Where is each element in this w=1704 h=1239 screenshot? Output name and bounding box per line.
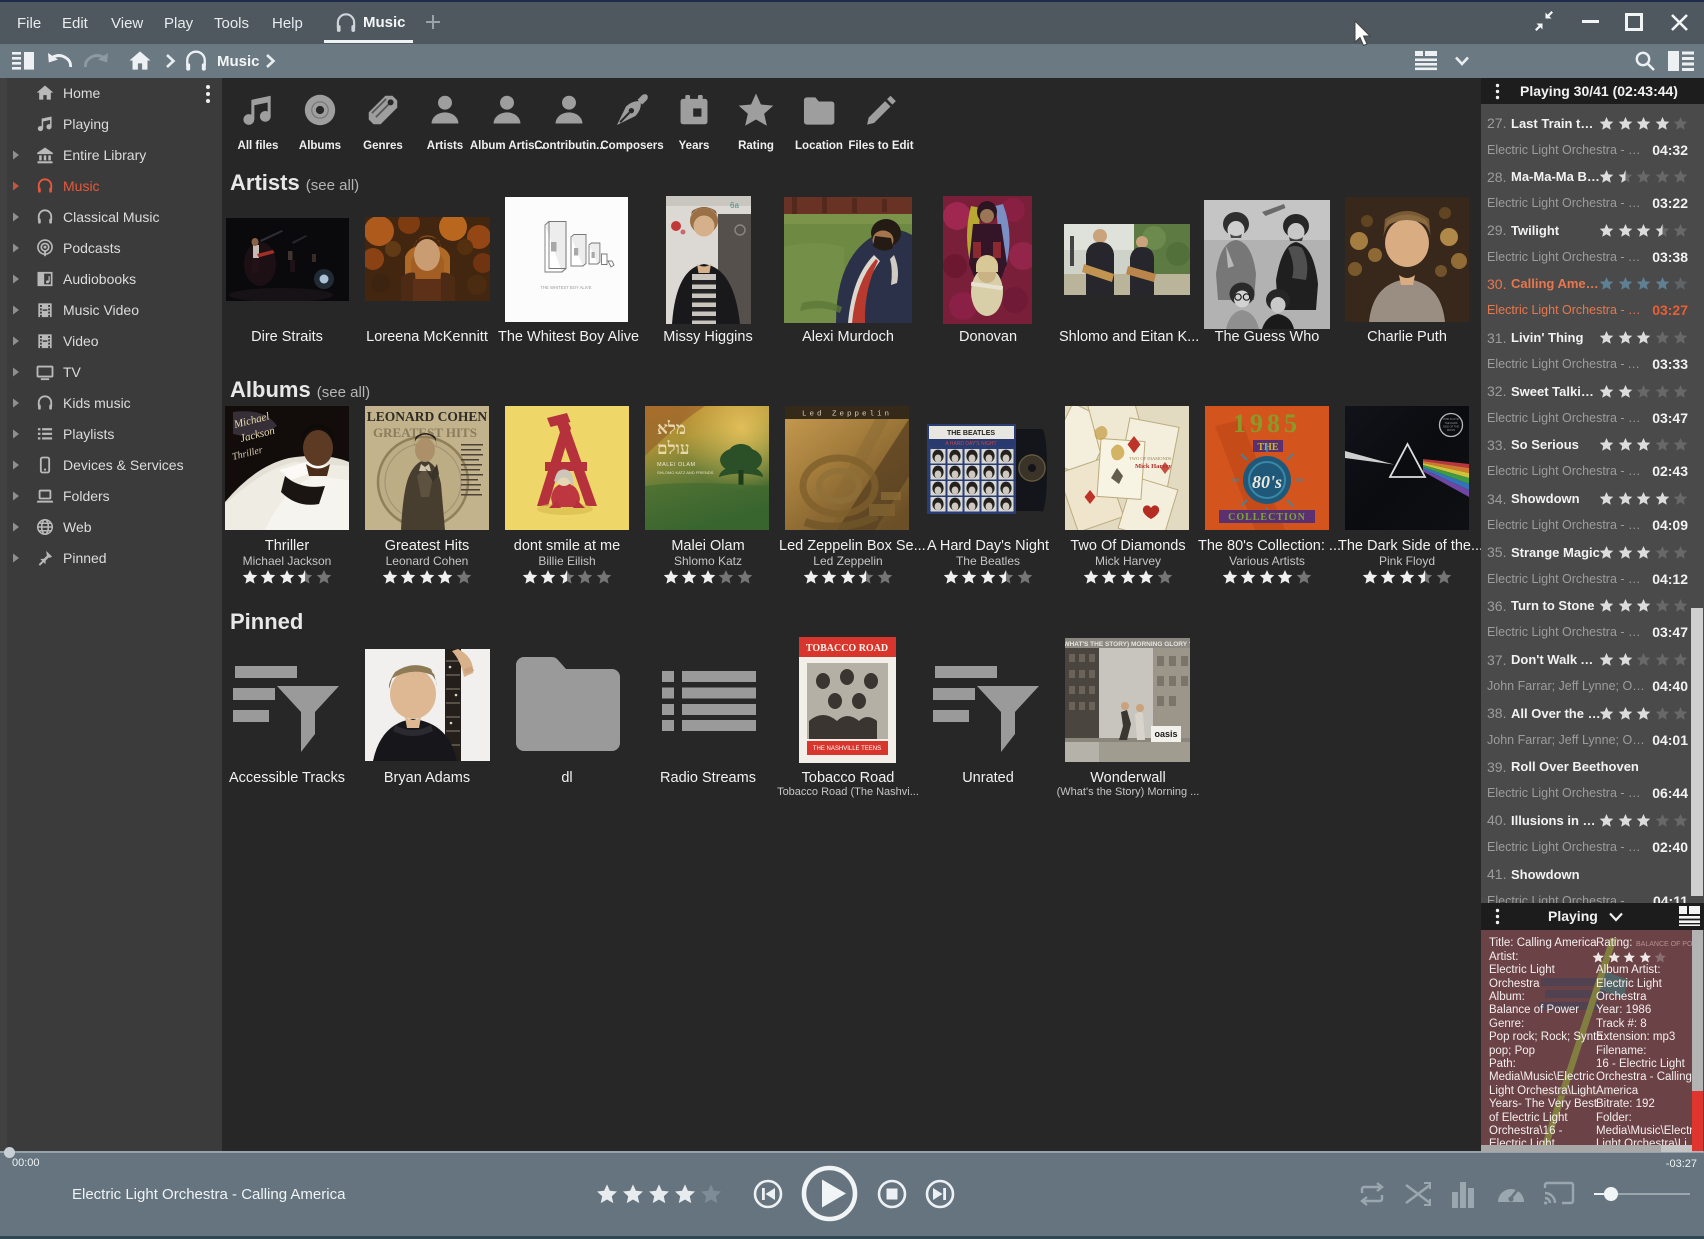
- svg-text:COLLECTION: COLLECTION: [1228, 512, 1306, 523]
- svg-text:MOON: MOON: [1447, 428, 1455, 432]
- svg-text:80's: 80's: [1252, 472, 1282, 492]
- svg-text:SIDE OF THE: SIDE OF THE: [1443, 425, 1460, 429]
- svg-text:(WHAT'S THE STORY) MORNING GLO: (WHAT'S THE STORY) MORNING GLORY ?: [1065, 641, 1190, 648]
- svg-text:TOBACCO ROAD: TOBACCO ROAD: [806, 643, 888, 654]
- svg-text:Mick Harvey: Mick Harvey: [1135, 463, 1172, 470]
- svg-text:PINK FLOYD: PINK FLOYD: [1443, 417, 1459, 421]
- svg-text:MALEI OLAM: MALEI OLAM: [657, 462, 696, 468]
- svg-text:TWO OF DIAMONDS: TWO OF DIAMONDS: [1129, 456, 1172, 461]
- svg-text:BALANCE OF POWER: BALANCE OF POWER: [1636, 941, 1692, 948]
- svg-text:THE NASHVILLE TEENS: THE NASHVILLE TEENS: [813, 746, 881, 752]
- svg-text:LEONARD COHEN: LEONARD COHEN: [367, 409, 488, 424]
- svg-text:Led Zeppelin: Led Zeppelin: [802, 411, 892, 419]
- svg-text:מלא: מלא: [657, 419, 686, 438]
- svg-text:1985: 1985: [1233, 409, 1301, 438]
- svg-text:oasis: oasis: [1154, 729, 1177, 739]
- svg-text:THE BEATLES: THE BEATLES: [947, 430, 995, 437]
- svg-text:THE WHITEST BOY ALIVE: THE WHITEST BOY ALIVE: [540, 285, 591, 290]
- svg-text:THE: THE: [1257, 442, 1278, 453]
- svg-text:6a: 6a: [730, 201, 739, 210]
- svg-text:THE DARK: THE DARK: [1444, 421, 1457, 425]
- svg-text:A HARD DAY'S NIGHT: A HARD DAY'S NIGHT: [945, 441, 996, 447]
- svg-text:עולם: עולם: [657, 439, 690, 458]
- svg-text:SHLOMO KATZ AND FRIENDS: SHLOMO KATZ AND FRIENDS: [657, 470, 714, 475]
